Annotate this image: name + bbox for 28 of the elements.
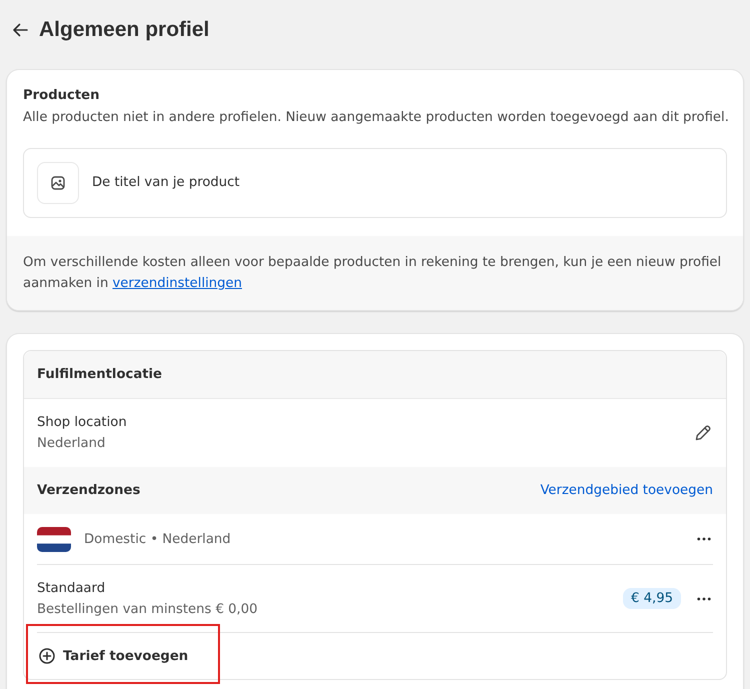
product-item[interactable]: De titel van je product <box>23 148 727 218</box>
product-title: De titel van je product <box>92 174 240 192</box>
back-arrow-icon <box>12 23 28 37</box>
settings-link[interactable]: verzendinstellingen <box>112 276 242 291</box>
note-text: Om verschillende kosten alleen voor bepaalde producten in rekening te brengen, kun je een nieuw profiel aanmaken in verzendinstellingen <box>23 254 722 293</box>
image-icon <box>51 176 65 190</box>
section-description: Alle producten niet in andere profielen. Nieuw aangemaakte producten worden toegevoegd aan dit profiel. <box>23 109 727 127</box>
pencil-icon <box>695 425 711 441</box>
section-title: Fulfilmentlocatie <box>37 367 162 382</box>
more-actions-button[interactable] <box>695 535 713 543</box>
ellipsis-icon <box>697 537 711 541</box>
location-name: Shop location <box>37 414 127 432</box>
location-country: Nederland <box>37 435 106 453</box>
ellipsis-icon <box>697 596 711 600</box>
plus-circle-icon <box>39 648 55 664</box>
page-title: Algemeen profiel <box>39 18 210 42</box>
back-button[interactable] <box>12 23 28 37</box>
edit-button[interactable] <box>693 423 713 443</box>
rate-condition: Bestellingen van minstens € 0,00 <box>37 600 259 618</box>
price-badge: € 4,95 <box>623 588 681 609</box>
section-title: Verzendzones <box>37 483 140 498</box>
flag-icon <box>37 526 71 552</box>
more-actions-button[interactable] <box>695 594 713 602</box>
zone-name: Domestic • Nederland <box>84 532 232 546</box>
add-rate-button[interactable]: Tarief toevoegen <box>37 648 188 664</box>
section-title: Producten <box>23 87 101 105</box>
rate-name: Standaard <box>37 580 106 598</box>
add-zone-link[interactable]: Verzendgebied toevoegen <box>540 483 713 498</box>
